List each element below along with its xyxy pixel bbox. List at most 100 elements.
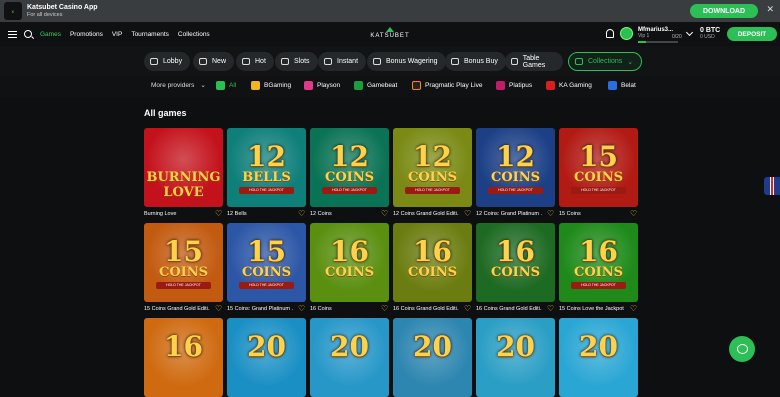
nav-games[interactable]: Games	[40, 31, 61, 38]
provider-all[interactable]: All	[216, 81, 236, 90]
game-tile[interactable]: 20	[559, 318, 638, 397]
game-tile[interactable]: 15 COINS HOLD THE JACKPOT	[144, 223, 223, 302]
provider-belat[interactable]: Belat	[608, 81, 636, 90]
table-games-icon	[511, 58, 518, 65]
game-art-tag: HOLD THE JACKPOT	[571, 187, 626, 194]
favorite-heart-icon[interactable]: ♡	[298, 305, 305, 313]
game-art-number: 16	[413, 235, 452, 268]
nav-tournaments[interactable]: Tournaments	[131, 31, 169, 38]
favorite-heart-icon[interactable]: ♡	[215, 210, 222, 218]
category-instant[interactable]: Instant	[318, 52, 367, 71]
game-name[interactable]: 15 Coins Grand Gold Editi...	[144, 306, 210, 312]
game-name[interactable]: Burning Love	[144, 211, 210, 217]
live-chat-button[interactable]	[729, 336, 755, 362]
favorite-heart-icon[interactable]: ♡	[381, 210, 388, 218]
category-bonus-wagering[interactable]: Bonus Wagering	[367, 52, 446, 71]
game-name[interactable]: 12 Coins: Grand Platinum ...	[476, 211, 542, 217]
chevron-down-icon[interactable]	[685, 28, 694, 37]
game-art-number: 16	[579, 235, 618, 268]
search-icon[interactable]	[24, 30, 32, 38]
favorite-heart-icon[interactable]: ♡	[630, 305, 637, 313]
platipus-icon	[496, 81, 505, 90]
provider-gamebeat[interactable]: Gamebeat	[354, 81, 397, 90]
favorite-heart-icon[interactable]: ♡	[464, 210, 471, 218]
favorite-heart-icon[interactable]: ♡	[215, 305, 222, 313]
provider-playson[interactable]: Playson	[304, 81, 340, 90]
category-collections[interactable]: Collections ⌄	[568, 52, 643, 71]
provider-ka-gaming[interactable]: KA Gaming	[546, 81, 592, 90]
menu-icon[interactable]	[8, 30, 17, 38]
avatar[interactable]	[620, 27, 633, 40]
category-new[interactable]: New	[193, 52, 235, 71]
game-art-word: BURNING LOVE	[146, 170, 221, 200]
deposit-button[interactable]: DEPOSIT	[727, 27, 777, 41]
favorite-heart-icon[interactable]: ♡	[547, 210, 554, 218]
game-tile[interactable]: 20	[393, 318, 472, 397]
game-art-number: 12	[247, 140, 286, 173]
game-name[interactable]: 16 Coins Grand Gold Editi...	[476, 306, 542, 312]
game-tile[interactable]: 16 COINS	[393, 223, 472, 302]
provider-platipus[interactable]: Platipus	[496, 81, 532, 90]
game-tile[interactable]: 12 COINS HOLD THE JACKPOT	[393, 128, 472, 207]
favorite-heart-icon[interactable]: ♡	[547, 305, 554, 313]
game-art-number: 12	[413, 140, 452, 173]
more-providers-dropdown[interactable]: More providers ⌄	[151, 81, 206, 90]
game-tile[interactable]: 20	[476, 318, 555, 397]
brand-logo[interactable]: KATSUBET	[360, 27, 420, 39]
game-tile[interactable]: 15 COINS HOLD THE JACKPOT	[559, 128, 638, 207]
game-tile[interactable]: 16 COINS	[310, 223, 389, 302]
game-name[interactable]: 15 Coins	[559, 211, 625, 217]
favorite-heart-icon[interactable]: ♡	[381, 305, 388, 313]
game-tile[interactable]: 12 COINS HOLD THE JACKPOT	[476, 128, 555, 207]
favorite-heart-icon[interactable]: ♡	[630, 210, 637, 218]
download-button[interactable]: DOWNLOAD	[690, 4, 758, 18]
category-table-games[interactable]: Table Games	[505, 52, 563, 71]
nav-promotions[interactable]: Promotions	[70, 31, 103, 38]
game-name[interactable]: 16 Coins	[310, 306, 376, 312]
game-art-number: 15	[164, 235, 203, 268]
game-art-number: 15	[579, 140, 618, 173]
game-tile[interactable]: 12 COINS HOLD THE JACKPOT	[310, 128, 389, 207]
game-name[interactable]: 12 Bells	[227, 211, 293, 217]
game-art-number: 16	[164, 330, 203, 363]
game-art-word: BELLS	[242, 170, 291, 185]
user-profile[interactable]: Mfmarius3... Vip 1 0/20	[638, 27, 682, 43]
game-name[interactable]: 16 Coins Grand Gold Editi...	[393, 306, 459, 312]
app-logo-icon: K	[4, 2, 22, 20]
favorite-heart-icon[interactable]: ♡	[464, 305, 471, 313]
ka-gaming-icon	[546, 81, 555, 90]
balance[interactable]: 0 BTC 0 USD	[700, 27, 720, 40]
provider-pragmatic-play-live[interactable]: Pragmatic Play Live	[412, 81, 482, 90]
game-tile[interactable]: 20	[310, 318, 389, 397]
game-art-word: COINS	[407, 170, 458, 185]
provider-bgaming[interactable]: BGaming	[251, 81, 291, 90]
all-icon	[216, 81, 225, 90]
category-bar: Lobby New Hot Slots Instant Bonus Wageri…	[0, 46, 780, 76]
game-tile[interactable]: 16 COINS HOLD THE JACKPOT	[559, 223, 638, 302]
nav-collections[interactable]: Collections	[178, 31, 210, 38]
nav-vip[interactable]: VIP	[112, 31, 122, 38]
app-download-banner: K Katsubet Casino App For all devices DO…	[0, 0, 780, 22]
game-tile[interactable]: 12 BELLS HOLD THE JACKPOT	[227, 128, 306, 207]
bgaming-icon	[251, 81, 260, 90]
notification-bell-icon[interactable]	[606, 29, 614, 38]
game-name[interactable]: 15 Coins Love the Jackpot	[559, 306, 625, 312]
category-bonus-buy[interactable]: Bonus Buy	[445, 52, 506, 71]
game-tile[interactable]: 16 COINS	[476, 223, 555, 302]
top-navigation-bar: Games Promotions VIP Tournaments Collect…	[0, 22, 780, 46]
category-hot[interactable]: Hot	[236, 52, 274, 71]
game-name[interactable]: 12 Coins	[310, 211, 376, 217]
language-flag-icon[interactable]	[764, 177, 780, 195]
close-icon[interactable]: ✕	[766, 4, 774, 15]
game-name[interactable]: 12 Coins Grand Gold Editi...	[393, 211, 459, 217]
game-art-word: COINS	[490, 170, 541, 185]
game-name[interactable]: 15 Coins: Grand Platinum ...	[227, 306, 293, 312]
category-lobby[interactable]: Lobby	[144, 52, 191, 71]
game-tile[interactable]: BURNING LOVE	[144, 128, 223, 207]
favorite-heart-icon[interactable]: ♡	[298, 210, 305, 218]
game-art-word: COINS	[241, 265, 292, 280]
game-tile[interactable]: 15 COINS HOLD THE JACKPOT	[227, 223, 306, 302]
game-tile[interactable]: 16	[144, 318, 223, 397]
category-slots[interactable]: Slots	[275, 52, 318, 71]
game-tile[interactable]: 20	[227, 318, 306, 397]
